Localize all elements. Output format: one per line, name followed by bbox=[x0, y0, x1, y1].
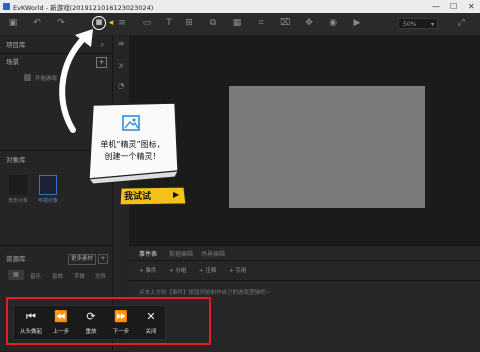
window-close-button[interactable]: ✕ bbox=[468, 0, 475, 13]
events-hint: 点击上方的【事件】按钮开始制作自己的游戏逻辑吧~ bbox=[139, 290, 271, 296]
rectangle-tool-icon[interactable]: ▭ bbox=[142, 18, 152, 28]
restart-icon: ⏮ bbox=[26, 310, 36, 323]
replay-icon: ⟳ bbox=[86, 310, 96, 323]
zoom-select[interactable]: 50% ▾ bbox=[398, 18, 438, 29]
tip-line-2: 创建一个精灵！ bbox=[104, 152, 161, 161]
add-reference-button[interactable]: + 引用 bbox=[229, 267, 246, 276]
tip-text: 单机“精灵”图标， 创建一个精灵！ bbox=[85, 139, 180, 163]
move-icon[interactable]: ✥ bbox=[304, 18, 314, 28]
chevron-down-icon: ▾ bbox=[430, 21, 434, 28]
add-comment-button[interactable]: + 注释 bbox=[199, 267, 216, 276]
snap-icon[interactable]: ⌗ bbox=[256, 18, 266, 28]
crop-icon[interactable]: ⌧ bbox=[280, 18, 290, 28]
grid-icon[interactable]: ▦ bbox=[232, 18, 242, 28]
close-icon: ✕ bbox=[146, 310, 156, 323]
app-icon bbox=[3, 3, 10, 10]
minimize-button[interactable]: — bbox=[432, 0, 440, 13]
timer-icon[interactable]: ◔ bbox=[116, 81, 126, 91]
previous-step-button[interactable]: ⏪ 上一步 bbox=[46, 306, 76, 339]
object-item[interactable]: 可视对象 bbox=[36, 175, 60, 204]
object-item[interactable]: 角色对象 bbox=[6, 175, 30, 204]
image-icon bbox=[122, 115, 140, 131]
tutorial-controls: ⏮ 从头做起 ⏪ 上一步 ⟳ 重放 ⏩ 下一步 ✕ 关闭 bbox=[13, 305, 166, 340]
function-icon[interactable]: ϰ bbox=[116, 61, 126, 71]
tip-bubble: 单机“精灵”图标， 创建一个精灵！ bbox=[85, 101, 180, 184]
list-icon[interactable]: ≡ bbox=[116, 39, 126, 49]
try-it-button[interactable]: 我试试 ▶ bbox=[118, 185, 188, 207]
align-icon[interactable]: ⊞ bbox=[184, 18, 194, 28]
previous-icon: ⏪ bbox=[54, 310, 68, 323]
tip-line-1: 单机“精灵”图标， bbox=[100, 140, 165, 149]
scene-icon bbox=[24, 74, 31, 81]
tab-file[interactable]: 文件 bbox=[95, 272, 106, 280]
scene-item-start[interactable]: 开始游戏 bbox=[35, 74, 57, 82]
menu-icon[interactable]: ≡ bbox=[117, 18, 127, 28]
close-tutorial-button[interactable]: ✕ 关闭 bbox=[136, 306, 166, 339]
tab-music[interactable]: 音乐 bbox=[30, 272, 41, 280]
fullscreen-icon[interactable]: ⤢ bbox=[456, 18, 466, 28]
save-icon[interactable]: ▣ bbox=[8, 18, 18, 28]
add-group-button[interactable]: + 分组 bbox=[169, 267, 186, 276]
replay-button[interactable]: ⟳ 重放 bbox=[76, 306, 106, 339]
try-it-label: 我试试 bbox=[124, 192, 152, 202]
undo-icon[interactable]: ↶ bbox=[32, 18, 42, 28]
next-step-button[interactable]: ⏩ 下一步 bbox=[106, 306, 136, 339]
game-stage[interactable] bbox=[229, 86, 425, 208]
tab-sound[interactable]: 音效 bbox=[52, 272, 63, 280]
window-title: EvKWorld - 新游戏(2019121016123023024) bbox=[13, 4, 154, 12]
tab-scene-edit[interactable]: 场景编辑 bbox=[201, 249, 225, 258]
maximize-button[interactable]: ☐ bbox=[450, 0, 457, 13]
camera-icon[interactable]: ◉ bbox=[328, 18, 338, 28]
tab-event-sheet[interactable]: 事件表 bbox=[139, 249, 157, 258]
zoom-value: 50% bbox=[403, 21, 417, 28]
next-icon: ⏩ bbox=[114, 310, 128, 323]
tab-data-edit[interactable]: 数据编辑 bbox=[169, 249, 193, 258]
more-assets-button[interactable]: 更多素材 bbox=[68, 254, 97, 265]
play-icon: ▶ bbox=[173, 190, 180, 199]
preview-icon[interactable]: ▶ bbox=[352, 18, 362, 28]
add-event-button[interactable]: + 事件 bbox=[139, 267, 156, 276]
window-titlebar: EvKWorld - 新游戏(2019121016123023024) — ☐ … bbox=[0, 0, 480, 13]
layer-icon[interactable]: ⧉ bbox=[208, 18, 218, 28]
add-resource-button[interactable]: + bbox=[98, 254, 108, 264]
restart-button[interactable]: ⏮ 从头做起 bbox=[16, 306, 46, 339]
tab-font[interactable]: 字体 bbox=[74, 272, 85, 280]
text-tool-icon[interactable]: T bbox=[164, 18, 174, 28]
image-tab[interactable]: ▤ bbox=[8, 270, 24, 280]
